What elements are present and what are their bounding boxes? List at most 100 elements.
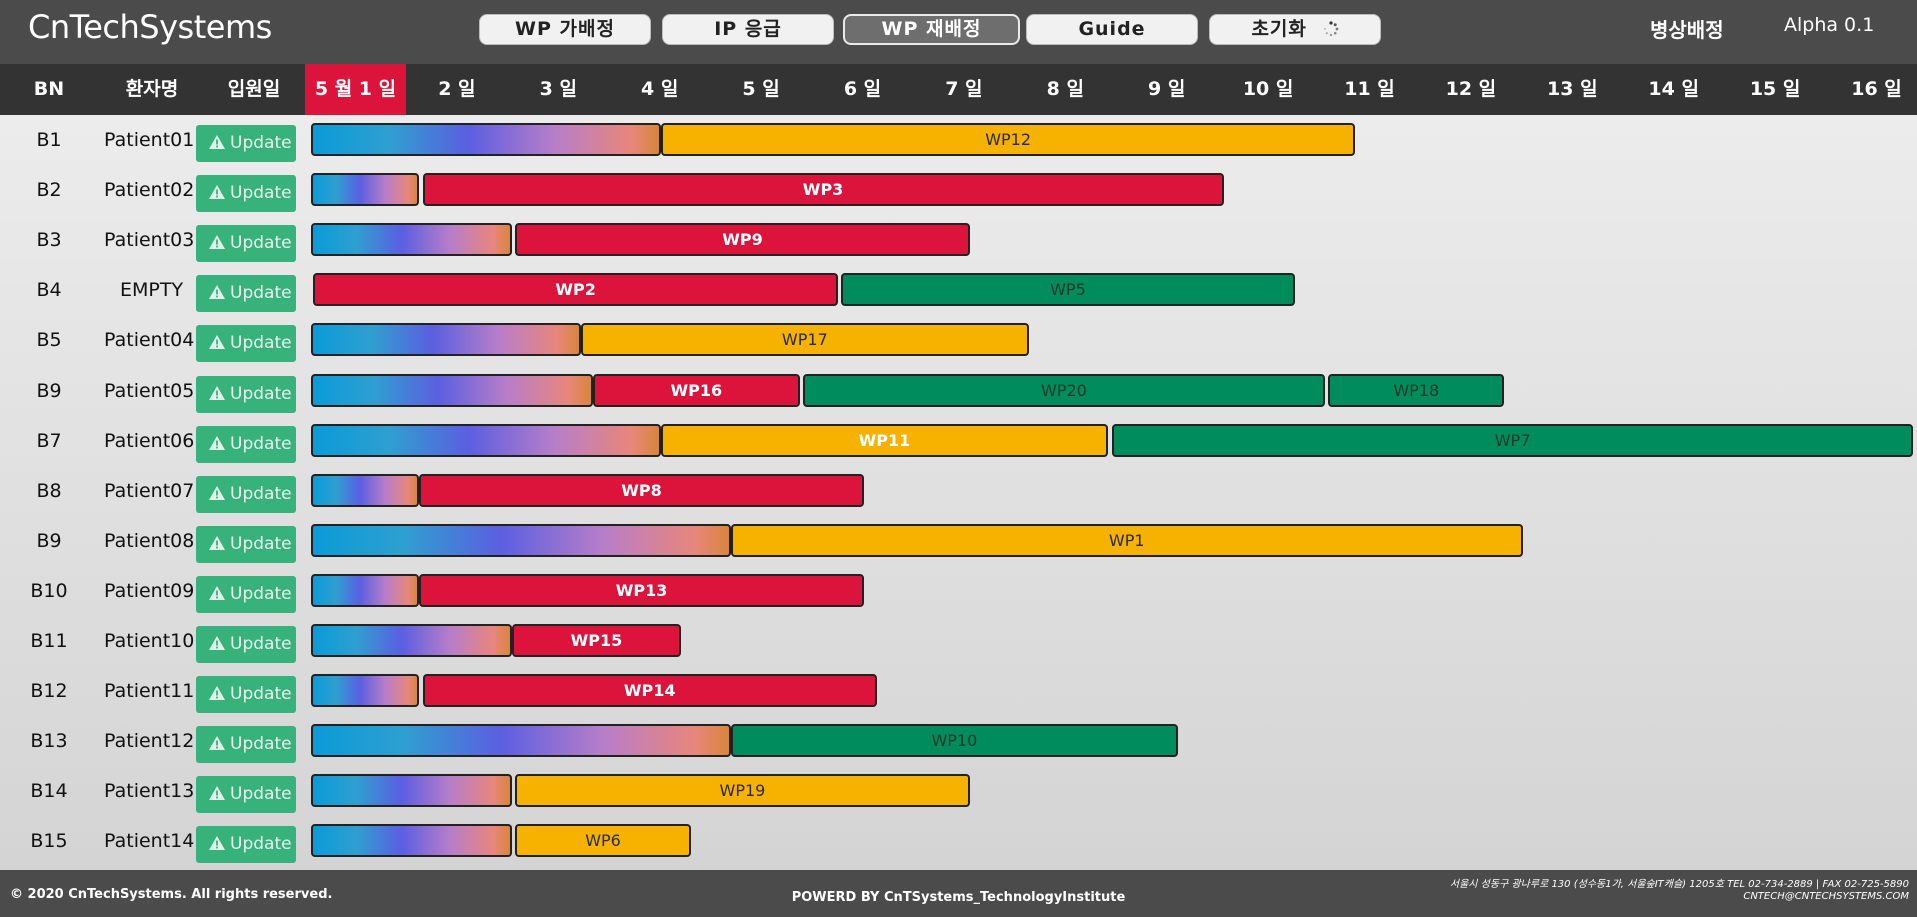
bed-number: B5 [36, 329, 62, 352]
bed-number: B9 [36, 529, 62, 552]
wp-assignment-bar[interactable]: WP11 [660, 423, 1108, 457]
wp-assignment-bar[interactable]: WP19 [514, 774, 971, 808]
wp-assignment-bar[interactable]: WP8 [419, 473, 864, 507]
update-button[interactable]: Update [196, 375, 296, 413]
update-label: Update [230, 283, 292, 304]
update-button[interactable]: Update [196, 826, 296, 864]
update-button[interactable]: Update [196, 626, 296, 663]
bed-row: B2 Patient02 Update WP3 [0, 165, 1917, 215]
update-button[interactable]: Update [196, 776, 296, 814]
wp-assignment-bar[interactable]: WP15 [511, 624, 682, 657]
wp-assignment-bar[interactable]: WP18 [1328, 373, 1505, 407]
patient-name: Patient14 [104, 830, 195, 853]
wp-assignment-bar[interactable]: WP16 [592, 373, 800, 407]
date-column: 5 일 [742, 78, 780, 100]
warning-icon [209, 535, 225, 550]
bed-number: B8 [36, 479, 62, 502]
patient-name: Patient02 [104, 179, 195, 202]
admission-progress-bar [311, 473, 420, 507]
date-column: 7 일 [945, 78, 983, 100]
bed-number: B4 [36, 279, 62, 302]
update-label: Update [230, 383, 292, 404]
wp-assignment-bar[interactable]: WP7 [1112, 423, 1914, 457]
admission-progress-bar [311, 674, 420, 708]
update-label: Update [230, 634, 292, 654]
update-button[interactable]: Update [196, 726, 296, 764]
header-admission-date: 입원일 [227, 78, 281, 100]
bed-number: B10 [30, 579, 68, 602]
ip-emergency-button[interactable]: IP 응급 [662, 14, 834, 45]
admission-progress-bar [311, 573, 420, 607]
wp-assignment-bar[interactable]: WP12 [660, 123, 1356, 156]
warning-icon [209, 285, 225, 300]
bed-row: B15 Patient14 Update WP6 [0, 816, 1917, 866]
update-button[interactable]: Update [196, 125, 296, 162]
guide-button[interactable]: Guide [1026, 14, 1198, 45]
update-button[interactable]: Update [196, 575, 296, 613]
email-line: CNTECH@CNTECHSYSTEMS.COM [1743, 891, 1909, 902]
footer: © 2020 CnTechSystems. All rights reserve… [0, 870, 1917, 917]
wp-assignment-bar[interactable]: WP2 [313, 273, 839, 307]
wp-assignment-bar[interactable]: WP3 [422, 173, 1224, 207]
wp-provisional-assign-button[interactable]: WP 가배정 [479, 14, 651, 45]
update-button[interactable]: Update [196, 275, 296, 313]
bed-number: B12 [30, 680, 68, 703]
patient-name: Patient09 [104, 579, 195, 602]
admission-progress-bar [311, 724, 731, 758]
date-column: 2 일 [438, 78, 476, 100]
update-button[interactable]: Update [196, 425, 296, 463]
update-label: Update [230, 684, 292, 705]
reset-button[interactable]: 초기화 [1209, 14, 1381, 45]
warning-icon [209, 736, 225, 751]
update-button[interactable]: Update [196, 175, 296, 213]
update-button[interactable]: Update [196, 475, 296, 513]
patient-name: Patient10 [104, 630, 195, 652]
spinner-icon [1323, 21, 1338, 37]
update-label: Update [230, 133, 292, 153]
update-button[interactable]: Update [196, 676, 296, 714]
patient-name: Patient05 [104, 379, 195, 402]
wp-assignment-bar[interactable]: WP17 [580, 323, 1029, 357]
update-label: Update [230, 533, 292, 554]
update-label: Update [230, 734, 292, 755]
wp-reassign-button[interactable]: WP 재배정 [843, 14, 1020, 45]
update-label: Update [230, 233, 292, 254]
bed-number: B1 [36, 129, 62, 151]
warning-icon [209, 235, 225, 250]
warning-icon [209, 335, 225, 350]
update-button[interactable]: Update [196, 225, 296, 263]
bed-number: B3 [36, 229, 62, 252]
wp-assignment-bar[interactable]: WP13 [419, 573, 864, 607]
admission-progress-bar [311, 774, 512, 808]
update-label: Update [230, 433, 292, 454]
wp-assignment-bar[interactable]: WP14 [422, 674, 877, 708]
bed-row: B14 Patient13 Update WP19 [0, 766, 1917, 816]
admission-progress-bar [311, 323, 581, 357]
wp-assignment-bar[interactable]: WP6 [514, 824, 692, 858]
date-column: 12 일 [1445, 78, 1497, 100]
bed-row: B5 Patient04 Update WP17 [0, 315, 1917, 365]
patient-name: Patient04 [104, 329, 195, 352]
wp-assignment-bar[interactable]: WP1 [730, 523, 1523, 557]
version-label: Alpha 0.1 [1784, 14, 1875, 36]
bed-schedule-grid: B1 Patient01 Update WP12 B2 Patient02 Update WP… [0, 115, 1917, 870]
warning-icon [209, 836, 225, 851]
header-bn: BN [33, 78, 65, 100]
wp-assignment-bar[interactable]: WP9 [514, 223, 971, 257]
app-logo: CnTechSystems [28, 8, 272, 46]
button-label: Guide [1078, 18, 1146, 40]
bed-number: B2 [36, 179, 62, 202]
patient-name: Patient06 [104, 429, 195, 452]
warning-icon [209, 185, 225, 200]
wp-assignment-bar[interactable]: WP10 [730, 724, 1178, 758]
bed-row: B1 Patient01 Update WP12 [0, 115, 1917, 165]
admission-progress-bar [311, 523, 731, 557]
wp-assignment-bar[interactable]: WP5 [841, 273, 1295, 307]
patient-name: Patient13 [104, 780, 195, 803]
update-button[interactable]: Update [196, 525, 296, 563]
update-button[interactable]: Update [196, 325, 296, 363]
date-column: 11 일 [1344, 78, 1395, 100]
bed-row: B9 Patient05 Update WP16 WP20 WP18 [0, 366, 1917, 416]
bed-row: B12 Patient11 Update WP14 [0, 666, 1917, 716]
wp-assignment-bar[interactable]: WP20 [802, 373, 1325, 407]
